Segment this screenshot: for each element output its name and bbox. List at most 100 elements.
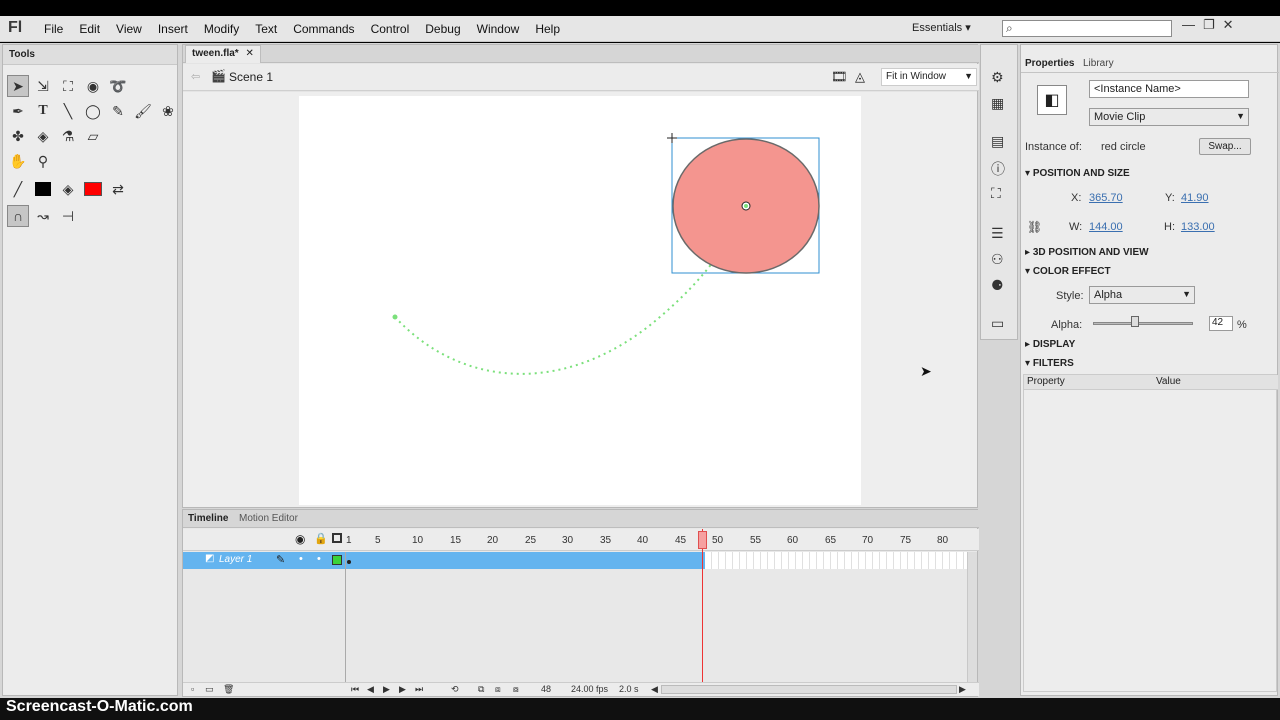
menu-file[interactable]: File: [36, 22, 71, 36]
straighten-icon[interactable]: ⊣: [57, 205, 79, 227]
swap-button[interactable]: Swap...: [1199, 138, 1251, 155]
swap-colors-icon[interactable]: ⇄: [107, 178, 129, 200]
minimize-button[interactable]: —: [1182, 17, 1195, 33]
pen-tool-icon[interactable]: ✒: [7, 100, 29, 122]
edit-scene-icon[interactable]: 🎞: [831, 69, 848, 85]
h-value[interactable]: 133.00: [1181, 221, 1215, 233]
menu-modify[interactable]: Modify: [196, 22, 247, 36]
brush-tool-icon[interactable]: 🖌: [132, 100, 154, 122]
deco-tool-icon[interactable]: ❀: [157, 100, 179, 122]
search-input[interactable]: ⌕: [1002, 20, 1172, 37]
tab-motion-editor[interactable]: Motion Editor: [239, 513, 298, 524]
lock-dot[interactable]: •: [317, 553, 321, 565]
w-value[interactable]: 144.00: [1089, 221, 1123, 233]
menu-view[interactable]: View: [108, 22, 150, 36]
workspace-switcher[interactable]: Essentials ▾: [912, 21, 971, 34]
menu-window[interactable]: Window: [469, 22, 528, 36]
symbol-type-select[interactable]: Movie Clip ▼: [1089, 108, 1249, 126]
swatches-icon[interactable]: ⚈: [991, 277, 1004, 294]
tab-timeline[interactable]: Timeline: [188, 513, 228, 524]
play-icon[interactable]: ▶: [383, 684, 390, 695]
lasso-icon[interactable]: ➰: [107, 75, 129, 97]
motion-presets-icon[interactable]: ⚙: [991, 69, 1004, 86]
fill-color-icon[interactable]: ◈: [57, 178, 79, 200]
alpha-slider-track[interactable]: [1093, 322, 1193, 325]
history-icon[interactable]: ▭: [991, 315, 1004, 332]
maximize-button[interactable]: ❐: [1203, 17, 1215, 33]
code-snippets-icon[interactable]: ☰: [991, 225, 1004, 242]
delete-layer-icon[interactable]: 🗑: [223, 684, 234, 695]
eye-icon[interactable]: ◉: [295, 532, 305, 546]
fill-swatch[interactable]: [82, 178, 104, 200]
onion-skin-icon[interactable]: ⧉: [478, 684, 484, 695]
close-tab-icon[interactable]: ✕: [245, 48, 253, 59]
align-icon[interactable]: ▦: [991, 95, 1004, 112]
filters-header[interactable]: ▾ FILTERS: [1025, 358, 1074, 369]
back-arrow-icon[interactable]: ⇦: [191, 70, 200, 83]
new-folder-icon[interactable]: ▭: [205, 684, 214, 695]
stroke-color-icon[interactable]: ╱: [7, 178, 29, 200]
tab-library[interactable]: Library: [1083, 58, 1114, 69]
document-tab[interactable]: tween.fla* ✕: [185, 45, 261, 63]
zoom-tool-icon[interactable]: ⚲: [32, 150, 54, 172]
step-forward-icon[interactable]: ▶: [399, 684, 406, 695]
hand-tool-icon[interactable]: ✋: [7, 150, 29, 172]
stroke-swatch[interactable]: [32, 178, 54, 200]
close-button[interactable]: ✕: [1223, 17, 1234, 33]
pencil-tool-icon[interactable]: ✎: [107, 100, 129, 122]
3d-position-header[interactable]: ▸ 3D POSITION AND VIEW: [1025, 247, 1149, 258]
edit-multiple-icon[interactable]: ⧇: [513, 684, 519, 695]
instance-name-field[interactable]: <Instance Name>: [1089, 80, 1249, 98]
3d-rotation-icon[interactable]: ◉: [82, 75, 104, 97]
lock-icon[interactable]: 🔒: [314, 532, 328, 545]
visibility-dot[interactable]: •: [299, 553, 303, 565]
x-value[interactable]: 365.70: [1089, 192, 1123, 204]
zoom-select[interactable]: Fit in Window ▼: [881, 68, 977, 86]
frame-rate[interactable]: 24.00 fps: [571, 684, 608, 694]
alpha-slider-thumb[interactable]: [1131, 316, 1139, 327]
menu-help[interactable]: Help: [527, 22, 568, 36]
go-first-icon[interactable]: ⏮: [351, 684, 359, 695]
menu-edit[interactable]: Edit: [71, 22, 108, 36]
style-select[interactable]: Alpha ▼: [1089, 286, 1195, 304]
loop-icon[interactable]: ⟲: [451, 684, 459, 695]
position-size-header[interactable]: ▾ POSITION AND SIZE: [1025, 168, 1130, 179]
onion-outline-icon[interactable]: ⧈: [495, 684, 501, 695]
stage[interactable]: [299, 96, 861, 505]
scroll-right-icon[interactable]: ▶: [959, 684, 966, 695]
components-icon[interactable]: ⚇: [991, 251, 1004, 268]
display-header[interactable]: ▸ DISPLAY: [1025, 339, 1075, 350]
step-back-icon[interactable]: ◀: [367, 684, 374, 695]
paint-bucket-icon[interactable]: ◈: [32, 125, 54, 147]
edit-symbols-icon[interactable]: ◬: [855, 69, 865, 85]
smooth-icon[interactable]: ↝: [32, 205, 54, 227]
selection-tool-icon[interactable]: ➤: [7, 75, 29, 97]
menu-text[interactable]: Text: [247, 22, 285, 36]
new-layer-icon[interactable]: ▫: [191, 684, 194, 694]
link-icon[interactable]: ⛓: [1027, 220, 1042, 234]
playhead-handle[interactable]: [698, 531, 707, 549]
keyframe-dot[interactable]: [347, 560, 351, 564]
color-effect-header[interactable]: ▾ COLOR EFFECT: [1025, 266, 1111, 277]
eraser-icon[interactable]: ▱: [82, 125, 104, 147]
subselection-tool-icon[interactable]: ⇲: [32, 75, 54, 97]
scroll-left-icon[interactable]: ◀: [651, 684, 658, 695]
outline-swatch[interactable]: [332, 555, 342, 565]
snap-icon[interactable]: ∩: [7, 205, 29, 227]
oval-tool-icon[interactable]: ◯: [82, 100, 104, 122]
menu-debug[interactable]: Debug: [417, 22, 468, 36]
alpha-input[interactable]: 42: [1209, 316, 1233, 331]
go-last-icon[interactable]: ⏭: [415, 684, 423, 695]
empty-frames[interactable]: [705, 552, 967, 569]
free-transform-icon[interactable]: ⛶: [57, 75, 79, 97]
menu-commands[interactable]: Commands: [285, 22, 362, 36]
outline-icon[interactable]: [332, 533, 342, 543]
line-tool-icon[interactable]: ╲: [57, 100, 79, 122]
tab-properties[interactable]: Properties: [1021, 58, 1079, 69]
menu-insert[interactable]: Insert: [150, 22, 196, 36]
transform-icon[interactable]: ⛶: [991, 185, 1001, 202]
bone-tool-icon[interactable]: ✤: [7, 125, 29, 147]
timeline-scrollbar[interactable]: [967, 552, 977, 682]
horizontal-scrollbar[interactable]: [661, 685, 957, 694]
y-value[interactable]: 41.90: [1181, 192, 1209, 204]
